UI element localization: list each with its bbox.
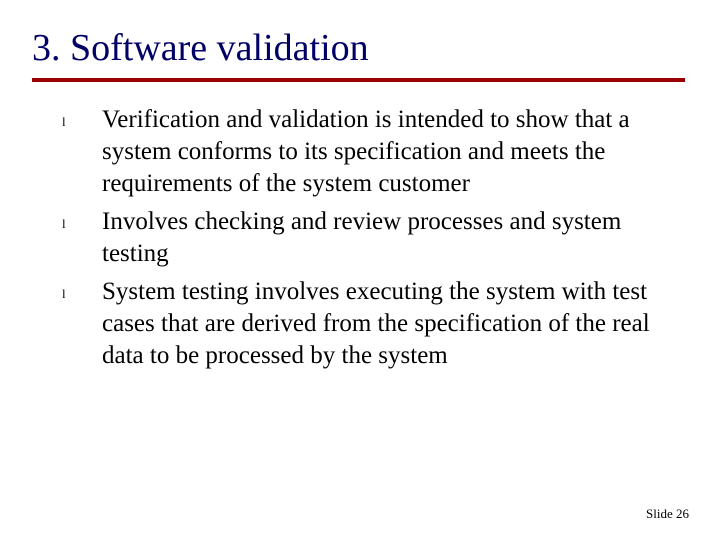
bullet-marker-icon: l xyxy=(62,206,102,232)
bullet-marker-icon: l xyxy=(62,104,102,130)
bullet-text: System testing involves executing the sy… xyxy=(102,276,661,372)
slide: 3. Software validation l Verification an… xyxy=(0,0,717,538)
title-block: 3. Software validation xyxy=(32,26,685,82)
slide-footer: Slide 26 xyxy=(646,506,689,522)
bullet-marker-icon: l xyxy=(62,276,102,302)
slide-body: l Verification and validation is intende… xyxy=(62,104,661,378)
bullet-item: l System testing involves executing the … xyxy=(62,276,661,372)
title-underline xyxy=(32,78,685,82)
bullet-text: Involves checking and review processes a… xyxy=(102,206,661,270)
bullet-item: l Verification and validation is intende… xyxy=(62,104,661,200)
bullet-text: Verification and validation is intended … xyxy=(102,104,661,200)
footer-page-number: 26 xyxy=(676,506,689,521)
footer-label: Slide xyxy=(646,506,673,521)
bullet-item: l Involves checking and review processes… xyxy=(62,206,661,270)
slide-title: 3. Software validation xyxy=(32,26,685,76)
